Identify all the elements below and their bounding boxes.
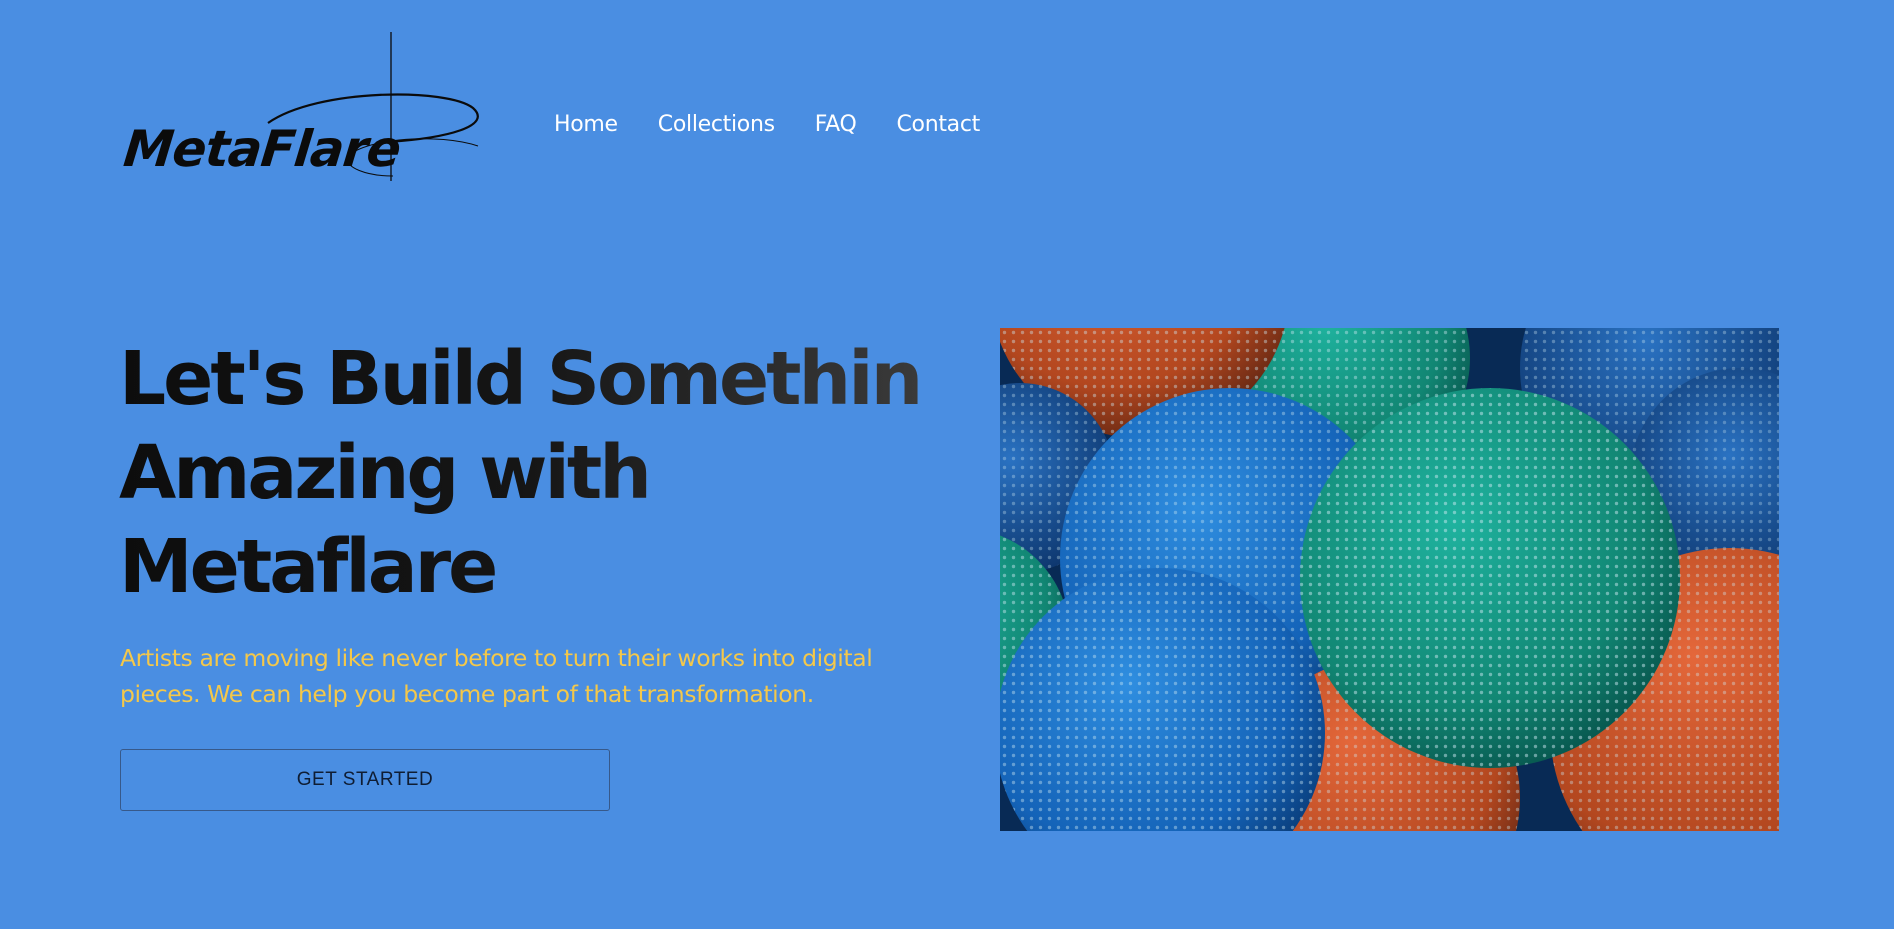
main-nav: Home Collections FAQ Contact — [554, 110, 980, 140]
nav-home[interactable]: Home — [554, 110, 618, 140]
spheres-illustration — [1000, 328, 1779, 831]
nav-contact[interactable]: Contact — [896, 110, 980, 140]
hero-title-line: Let's Build Something — [119, 336, 971, 422]
hero-title-line: Metaflare — [119, 524, 496, 610]
brand-name: MetaFlare — [120, 120, 403, 178]
hero-title-line: Amazing with — [119, 430, 649, 516]
nav-collections[interactable]: Collections — [658, 110, 775, 140]
brand-logo[interactable]: MetaFlare — [118, 28, 498, 183]
hero-subtitle: Artists are moving like never before to … — [120, 644, 873, 708]
get-started-button[interactable]: GET STARTED — [120, 749, 610, 811]
hero-title: Let's Build Something Amazing with Metaf… — [119, 332, 919, 614]
hero-image — [1000, 328, 1779, 831]
nav-faq[interactable]: FAQ — [815, 110, 857, 140]
landing-page: MetaFlare Home Collections FAQ Contact L… — [0, 0, 1894, 929]
